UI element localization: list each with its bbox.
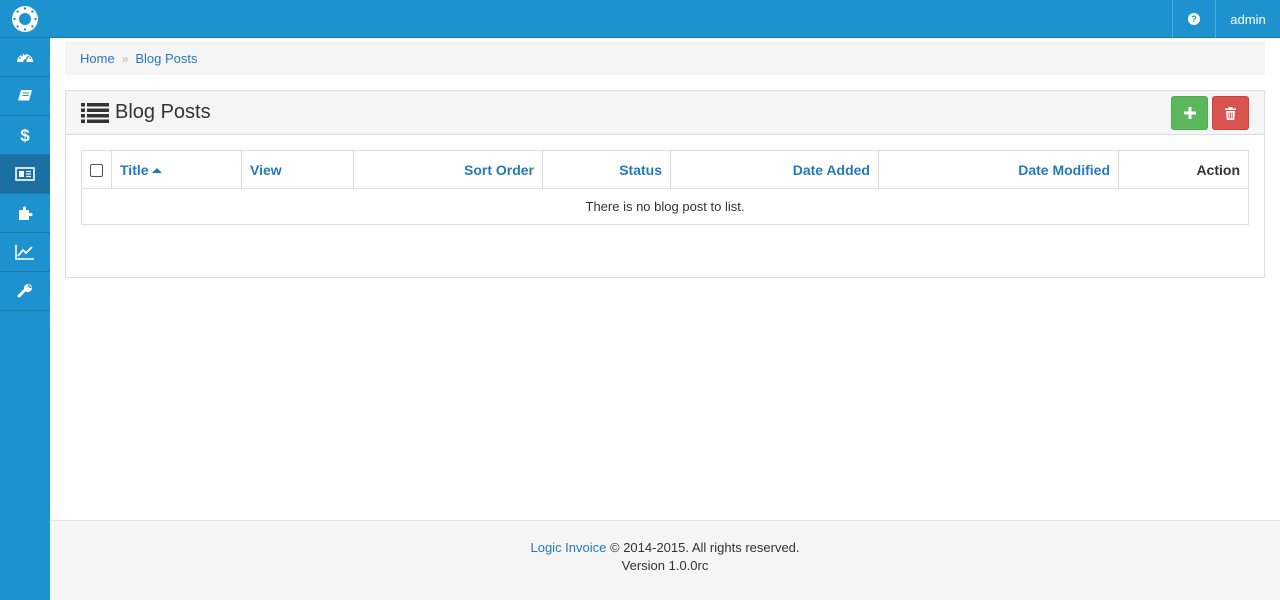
plus-icon xyxy=(1183,107,1196,119)
blog-posts-table: Title View Sort Order Status Date Added xyxy=(81,150,1249,225)
sidebar: $ xyxy=(0,38,50,600)
column-status: Status xyxy=(542,150,671,189)
table-row: There is no blog post to list. xyxy=(81,188,1249,225)
breadcrumb-home[interactable]: Home xyxy=(80,51,115,66)
dashboard-icon xyxy=(17,53,33,63)
sidebar-item-system[interactable] xyxy=(0,272,50,311)
footer: Logic Invoice © 2014-2015. All rights re… xyxy=(50,520,1280,600)
column-date-added: Date Added xyxy=(670,150,879,189)
footer-version: Version 1.0.0rc xyxy=(621,558,709,573)
panel-heading: Blog Posts xyxy=(66,91,1264,135)
puzzle-icon xyxy=(19,206,33,220)
select-all-cell xyxy=(81,150,112,189)
sort-status-link[interactable]: Status xyxy=(619,162,662,178)
column-sort-order: Sort Order xyxy=(353,150,543,189)
dollar-icon: $ xyxy=(20,127,30,143)
sidebar-item-dashboard[interactable] xyxy=(0,38,50,77)
top-navbar: ? admin xyxy=(0,0,1280,38)
add-button[interactable] xyxy=(1171,96,1208,130)
column-action: Action xyxy=(1118,150,1249,189)
sort-title-link[interactable]: Title xyxy=(120,162,162,178)
column-view: View xyxy=(241,150,354,189)
empty-message: There is no blog post to list. xyxy=(81,188,1249,225)
sidebar-item-blog[interactable] xyxy=(0,155,50,194)
sidebar-item-reports[interactable] xyxy=(0,233,50,272)
sidebar-item-extensions[interactable] xyxy=(0,194,50,233)
sidebar-item-sales[interactable]: $ xyxy=(0,116,50,155)
main-content: Home » Blog Posts Blog Posts Title View … xyxy=(50,38,1280,520)
column-date-modified: Date Modified xyxy=(878,150,1119,189)
footer-copyright: © 2014-2015. All rights reserved. xyxy=(610,540,800,555)
aperture-logo-icon xyxy=(12,6,38,32)
trash-icon xyxy=(1225,106,1236,120)
list-icon xyxy=(81,102,109,123)
breadcrumb-blog-posts[interactable]: Blog Posts xyxy=(135,51,197,66)
column-title-label: Title xyxy=(120,161,149,178)
blog-posts-panel: Blog Posts Title View Sort Order Status … xyxy=(65,90,1265,278)
sidebar-item-catalog[interactable] xyxy=(0,77,50,116)
sort-view-link[interactable]: View xyxy=(250,162,282,178)
book-icon xyxy=(18,90,32,102)
delete-button[interactable] xyxy=(1212,96,1249,130)
svg-text:$: $ xyxy=(20,127,30,143)
table-header-row: Title View Sort Order Status Date Added xyxy=(81,150,1249,189)
footer-copyright-line: Logic Invoice © 2014-2015. All rights re… xyxy=(50,539,1280,557)
sort-date-added-link[interactable]: Date Added xyxy=(793,162,870,178)
user-label: admin xyxy=(1230,11,1266,27)
user-menu[interactable]: admin xyxy=(1215,0,1280,38)
footer-brand-link[interactable]: Logic Invoice xyxy=(530,540,606,555)
wrench-icon xyxy=(17,284,32,298)
sort-sort-order-link[interactable]: Sort Order xyxy=(464,162,534,178)
sort-date-modified-link[interactable]: Date Modified xyxy=(1018,162,1110,178)
breadcrumb-separator: » xyxy=(121,51,129,66)
page-title: Blog Posts xyxy=(115,101,211,123)
svg-text:?: ? xyxy=(1191,14,1197,24)
logo[interactable] xyxy=(0,0,50,38)
line-chart-icon xyxy=(15,245,34,260)
caret-up-icon xyxy=(151,168,162,174)
newspaper-icon xyxy=(15,167,35,181)
help-button[interactable]: ? xyxy=(1172,0,1215,38)
breadcrumb: Home » Blog Posts xyxy=(65,42,1265,75)
question-circle-icon: ? xyxy=(1188,13,1200,25)
column-title: Title xyxy=(111,150,242,189)
select-all-checkbox[interactable] xyxy=(90,164,103,178)
